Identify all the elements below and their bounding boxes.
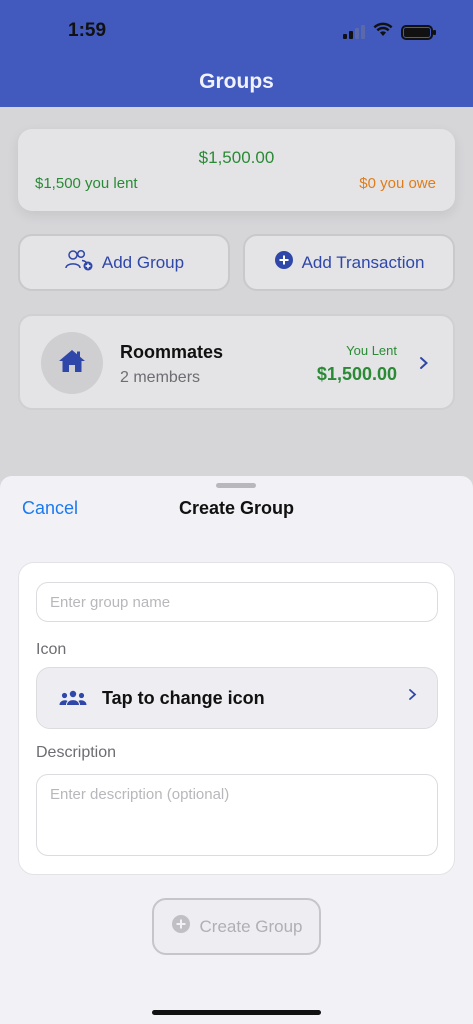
add-transaction-label: Add Transaction <box>301 252 425 272</box>
group-row-roommates[interactable]: Roommates 2 members You Lent $1,500.00 <box>18 314 455 410</box>
create-group-form: Icon Tap to change icon Description <box>18 562 455 875</box>
icon-picker-button[interactable]: Tap to change icon <box>36 667 438 729</box>
summary-lent: $1,500 you lent <box>35 175 138 192</box>
create-group-sheet: Cancel Create Group Icon Tap to change i… <box>0 476 473 1024</box>
add-people-icon <box>64 249 94 276</box>
plus-circle-icon <box>171 914 191 939</box>
icon-picker-label: Tap to change icon <box>102 687 265 708</box>
create-group-label: Create Group <box>199 916 303 936</box>
description-section-label: Description <box>36 744 117 761</box>
cellular-signal-icon <box>343 25 365 39</box>
chevron-right-icon <box>408 688 417 706</box>
home-indicator <box>152 1010 321 1015</box>
group-name-input[interactable] <box>36 582 438 622</box>
plus-circle-icon <box>274 250 294 275</box>
icon-section-label: Icon <box>36 641 67 658</box>
sheet-title: Create Group <box>178 498 295 518</box>
house-icon <box>57 348 87 379</box>
summary-total: $1,500.00 <box>198 148 275 167</box>
status-icons <box>343 22 436 42</box>
add-group-button[interactable]: Add Group <box>18 234 230 291</box>
summary-owe: $0 you owe <box>359 175 436 192</box>
wifi-icon <box>373 22 393 42</box>
people-icon <box>59 690 87 706</box>
add-group-label: Add Group <box>101 252 185 272</box>
description-input[interactable] <box>36 774 438 856</box>
group-status-label: You Lent <box>346 343 397 358</box>
battery-icon <box>401 24 436 40</box>
group-name: Roommates <box>120 342 224 362</box>
balance-summary-card: $1,500.00 $1,500 you lent $0 you owe <box>18 129 455 211</box>
group-members-count: 2 members <box>120 369 201 386</box>
nav-header: 1:59 Groups <box>0 0 473 107</box>
sheet-grabber[interactable] <box>216 483 256 488</box>
group-amount: $1,500.00 <box>316 364 397 384</box>
page-title: Groups <box>199 70 274 93</box>
status-time: 1:59 <box>68 20 107 41</box>
add-transaction-button[interactable]: Add Transaction <box>243 234 455 291</box>
create-group-button[interactable]: Create Group <box>152 898 321 955</box>
chevron-right-icon <box>419 354 429 375</box>
group-avatar <box>41 332 103 394</box>
